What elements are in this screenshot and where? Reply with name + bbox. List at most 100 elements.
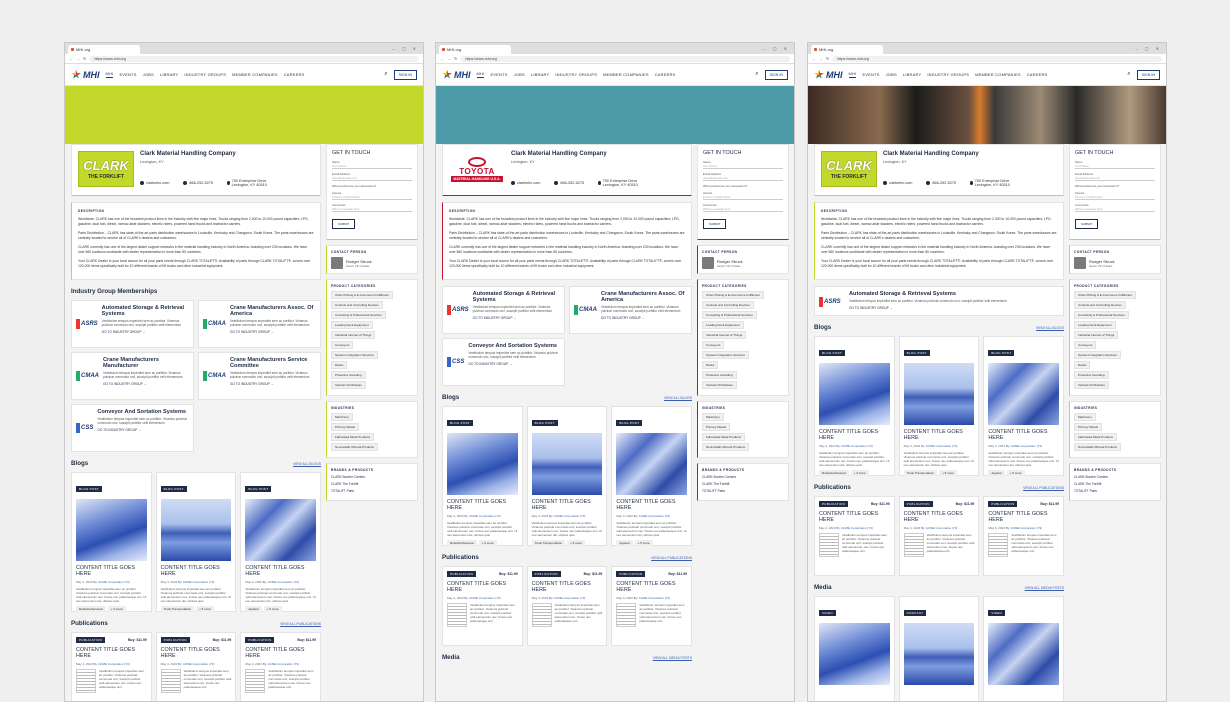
window-controls[interactable]: – ▢ ✕	[392, 46, 423, 51]
interest-select[interactable]: Product, Forklift Name	[332, 195, 412, 200]
category-chip[interactable]: Controls and Controlling Devices	[1074, 301, 1126, 309]
blog-card[interactable]: BLOG POST CONTENT TITLE GOES HERE May 4, 2…	[611, 406, 692, 546]
nav-mhi[interactable]: MHI	[476, 71, 485, 78]
brand-link[interactable]: TOTALIFT Parts	[1074, 489, 1156, 493]
category-chip[interactable]: Systems Integration Services	[331, 351, 378, 359]
industry-chip[interactable]: Nonmetallic Mineral Products	[1074, 443, 1122, 451]
url-input[interactable]: https://www.mhi.org	[832, 55, 1162, 62]
view-all-blogs-link[interactable]: VIEW ALL BLOGS	[1036, 326, 1064, 330]
nav-industry-groups[interactable]: INDUSTRY GROUPS	[184, 72, 226, 77]
browser-tab[interactable]: MHI.org	[811, 45, 883, 54]
nav-jobs[interactable]: JOBS	[143, 72, 154, 77]
category-chip[interactable]: Conveyors	[702, 341, 725, 349]
view-all-blogs-link[interactable]: VIEW ALL BLOGS	[664, 396, 692, 400]
nav-jobs[interactable]: JOBS	[886, 72, 897, 77]
group-link[interactable]: GO TO INDUSTRY GROUP →	[601, 316, 687, 320]
category-chip[interactable]: Protective Guarding	[1074, 371, 1109, 379]
industry-chip[interactable]: Fabricated Metal Products	[1074, 433, 1118, 441]
blog-card[interactable]: BLOG POST CONTENT TITLE GOES HERE May 4, 2…	[71, 472, 152, 612]
category-chip[interactable]: Industrial Internet of Things	[702, 331, 747, 339]
group-card[interactable]: CMAA Crane Manufacturers Assoc. Of Americ…	[198, 300, 321, 348]
group-link[interactable]: GO TO INDUSTRY GROUP →	[473, 316, 560, 320]
view-all-publications-link[interactable]: VIEW ALL PUBLICATIONS	[280, 622, 321, 626]
signin-button[interactable]: SIGN IN	[1136, 69, 1160, 80]
blog-card[interactable]: BLOG POST CONTENT TITLE GOES HERE May 4, 2…	[240, 472, 321, 612]
publication-card[interactable]: PUBLICATION Buy: $11.99 CONTENT TITLE GOES…	[898, 496, 980, 576]
nav-events[interactable]: EVENTS	[490, 72, 507, 77]
publication-card[interactable]: PUBLICATION Buy: $11.99 CONTENT TITLE GOES…	[442, 566, 523, 646]
industry-chip[interactable]: Primary Metals	[1074, 423, 1103, 431]
category-chip[interactable]: Vertical Lift Modules	[702, 381, 737, 389]
category-chip[interactable]: Order Picking & E-Commerce Fulfillment	[702, 291, 765, 299]
brand-link[interactable]: CLARK The Forklift	[331, 482, 413, 486]
nav-industry-groups[interactable]: INDUSTRY GROUPS	[555, 72, 597, 77]
category-chip[interactable]: Consulting & Professional Services	[702, 311, 757, 319]
back-icon[interactable]: ←	[440, 56, 444, 61]
window-controls[interactable]: – ▢ ✕	[763, 46, 794, 51]
category-chip[interactable]: Racks	[331, 361, 348, 369]
media-card[interactable]: VIDEO	[814, 596, 895, 701]
phone-link[interactable]: 866-252-5275	[183, 179, 213, 187]
category-chip[interactable]: Protective Guarding	[331, 371, 366, 379]
industry-chip[interactable]: Nonmetallic Mineral Products	[702, 443, 750, 451]
group-link[interactable]: GO TO INDUSTRY GROUP →	[230, 382, 316, 386]
industry-chip[interactable]: Machinery	[702, 413, 724, 421]
group-card[interactable]: CMAA Crane Manufacturers Assoc. Of Americ…	[569, 286, 692, 334]
industry-chip[interactable]: Machinery	[1074, 413, 1096, 421]
nav-member-companies[interactable]: MEMBER COMPANIES	[975, 72, 1021, 77]
category-chip[interactable]: Loading Dock Equipment	[331, 321, 373, 329]
email-field[interactable]: name@domain.com	[332, 176, 412, 181]
category-chip[interactable]: Loading Dock Equipment	[702, 321, 744, 329]
url-input[interactable]: https://www.mhi.org	[89, 55, 419, 62]
submit-button[interactable]: SUBMIT	[332, 219, 356, 229]
nav-industry-groups[interactable]: INDUSTRY GROUPS	[927, 72, 969, 77]
brand-link[interactable]: TOTALIFT Parts	[702, 489, 784, 493]
industry-chip[interactable]: Primary Metals	[331, 423, 360, 431]
nav-jobs[interactable]: JOBS	[514, 72, 525, 77]
comments-field[interactable]: Write a message here	[1075, 207, 1155, 212]
forward-icon[interactable]: →	[76, 56, 80, 61]
brand-link[interactable]: CLARK Burden Carriers	[1074, 475, 1156, 479]
category-chip[interactable]: Controls and Controlling Devices	[331, 301, 383, 309]
mhi-logo[interactable]: MHI	[71, 69, 100, 80]
view-all-blogs-link[interactable]: VIEW ALL BLOGS	[293, 462, 321, 466]
group-link[interactable]: GO TO INDUSTRY GROUP →	[97, 428, 189, 432]
nav-mhi[interactable]: MHI	[848, 71, 857, 78]
mhi-logo[interactable]: MHI	[814, 69, 843, 80]
search-icon[interactable]: ⌕	[384, 71, 387, 78]
category-chip[interactable]: Vertical Lift Modules	[1074, 381, 1109, 389]
blog-card[interactable]: BLOG POST CONTENT TITLE GOES HERE May 4, 2…	[814, 336, 895, 476]
brand-link[interactable]: CLARK Burden Carriers	[702, 475, 784, 479]
nav-library[interactable]: LIBRARY	[160, 72, 178, 77]
category-chip[interactable]: Conveyors	[331, 341, 354, 349]
industry-chip[interactable]: Machinery	[331, 413, 353, 421]
submit-button[interactable]: SUBMIT	[703, 219, 727, 229]
email-field[interactable]: name@domain.com	[1075, 176, 1155, 181]
publication-card[interactable]: PUBLICATION Buy: $11.99 CONTENT TITLE GOES…	[814, 496, 895, 576]
name-field[interactable]: Your Name	[332, 164, 412, 169]
nav-library[interactable]: LIBRARY	[531, 72, 549, 77]
name-field[interactable]: Your Name	[1075, 164, 1155, 169]
blog-card[interactable]: BLOG POST CONTENT TITLE GOES HERE May 4, 2…	[898, 336, 980, 476]
nav-events[interactable]: EVENTS	[119, 72, 136, 77]
phone-link[interactable]: 866-252-5275	[926, 179, 956, 187]
browser-tab[interactable]: MHI.org	[439, 45, 511, 54]
brand-link[interactable]: CLARK The Forklift	[702, 482, 784, 486]
view-all-publications-link[interactable]: VIEW ALL PUBLICATIONS	[1023, 486, 1064, 490]
nav-library[interactable]: LIBRARY	[903, 72, 921, 77]
category-chip[interactable]: Racks	[702, 361, 719, 369]
nav-member-companies[interactable]: MEMBER COMPANIES	[232, 72, 278, 77]
signin-button[interactable]: SIGN IN	[764, 69, 788, 80]
industry-chip[interactable]: Primary Metals	[702, 423, 731, 431]
blog-card[interactable]: BLOG POST CONTENT TITLE GOES HERE May 4, 2…	[155, 472, 237, 612]
view-all-media-link[interactable]: VIEW ALL MEDIA POSTS	[1025, 586, 1064, 590]
forward-icon[interactable]: →	[819, 56, 823, 61]
media-card[interactable]: VIDEO	[983, 596, 1064, 701]
group-link[interactable]: GO TO INDUSTRY GROUP →	[103, 382, 189, 386]
industry-chip[interactable]: Fabricated Metal Products	[331, 433, 375, 441]
category-chip[interactable]: Consulting & Professional Services	[1074, 311, 1129, 319]
publication-card[interactable]: PUBLICATION Buy: $11.99 CONTENT TITLE GOES…	[526, 566, 608, 646]
reload-icon[interactable]: ↻	[83, 56, 86, 61]
category-chip[interactable]: Industrial Internet of Things	[1074, 331, 1119, 339]
publication-card[interactable]: PUBLICATION Buy: $11.99 CONTENT TITLE GOES…	[611, 566, 692, 646]
